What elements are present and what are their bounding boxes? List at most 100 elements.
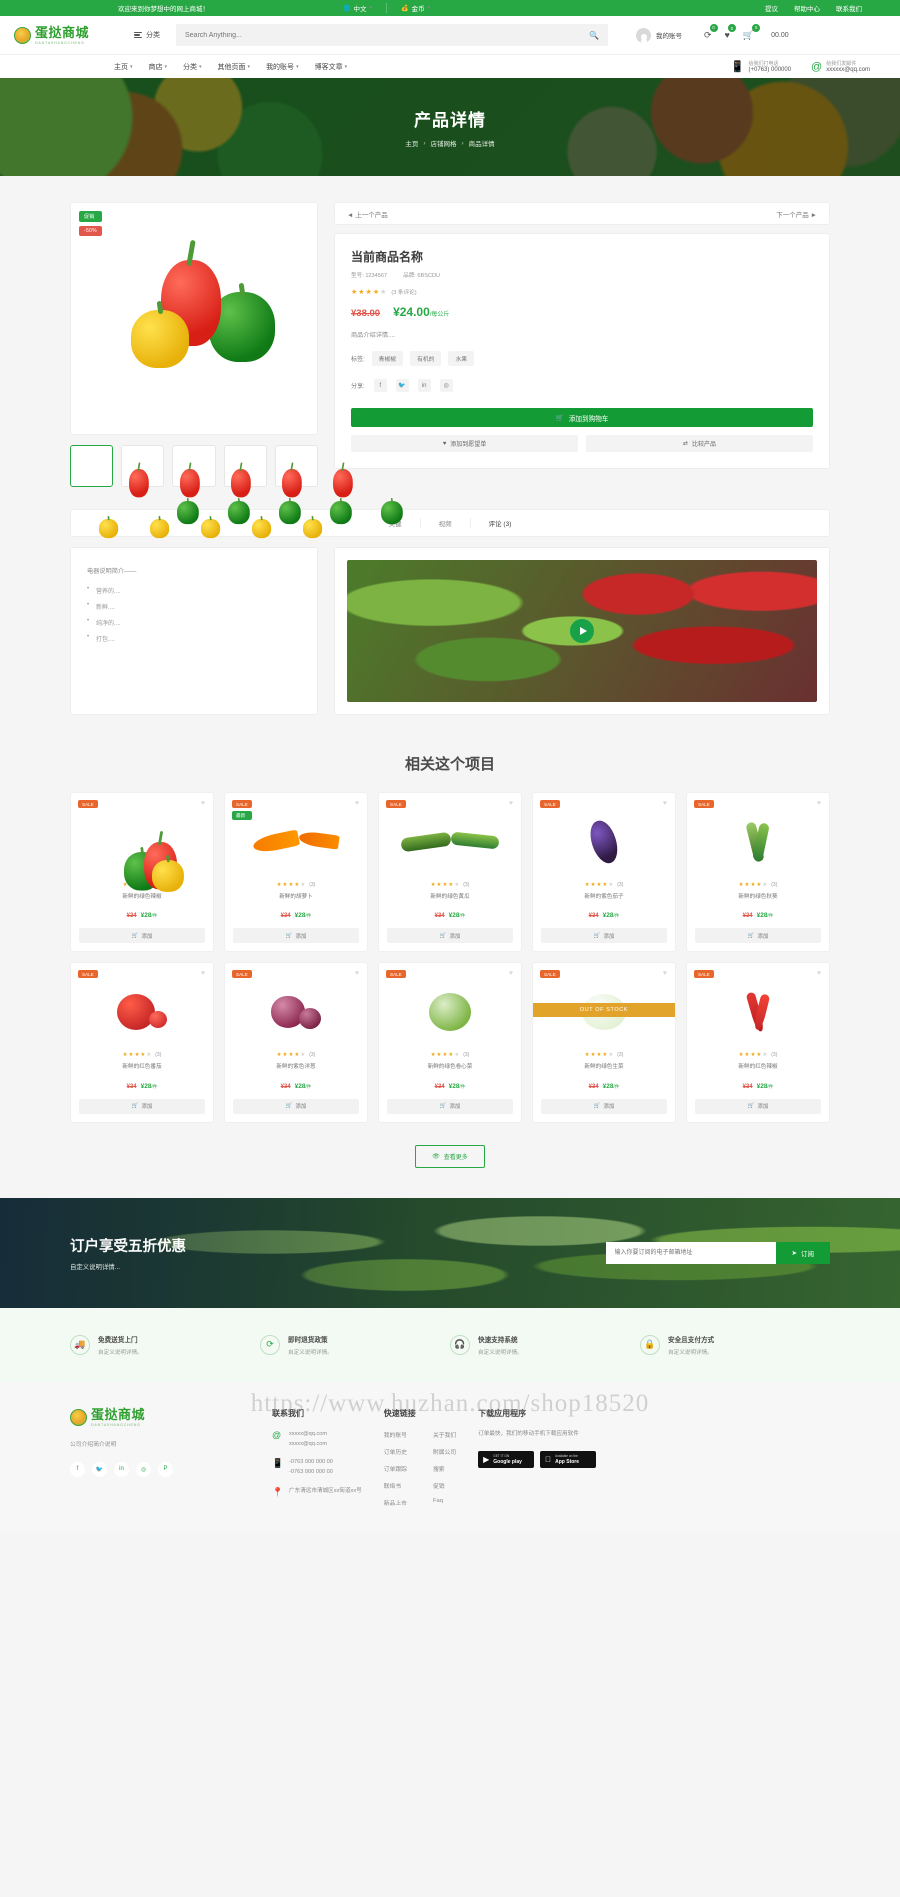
search-bar[interactable]: 🔍 bbox=[176, 24, 608, 46]
wishlist-icon[interactable]: ♥ bbox=[355, 800, 359, 807]
pinterest-icon[interactable]: P bbox=[158, 1461, 173, 1477]
wishlist-icon[interactable]: ♥ bbox=[509, 970, 513, 977]
instagram-icon[interactable]: ◎ bbox=[439, 379, 453, 392]
product-card[interactable]: SALE ♥ ★★★★★ (3) 新鲜的绿色卷心菜 ¥34 ¥28/件 🛒 添加 bbox=[378, 962, 522, 1123]
tab-video[interactable]: 视频 bbox=[421, 518, 471, 528]
tag-item[interactable]: 水果 bbox=[448, 351, 475, 366]
product-image[interactable] bbox=[233, 811, 359, 873]
product-card[interactable]: SALE ♥ ★★★★★ (3) 新鲜的紫色茄子 ¥34 ¥28/件 🛒 添加 bbox=[532, 792, 676, 953]
nav-email[interactable]: @ 给我们发邮件 xxxxxx@qq.com bbox=[811, 60, 870, 74]
breadcrumb-home[interactable]: 主页 bbox=[405, 138, 418, 148]
google-play-button[interactable]: ▶ GET IT ON Google play bbox=[478, 1451, 535, 1469]
product-card[interactable]: SALE ♥ ★★★★★ (3) 新鲜的绿色辣椒 ¥34¥28/件 🛒添加 bbox=[70, 792, 214, 953]
video-thumbnail[interactable] bbox=[347, 560, 817, 702]
product-card[interactable]: SALE ♥ ★★★★★ (3) 新鲜的红色番茄 ¥34 ¥28/件 🛒 添加 bbox=[70, 962, 214, 1123]
footer-link[interactable]: 订单历史 bbox=[384, 1447, 407, 1456]
nav-item-blog[interactable]: 博客文章 ▾ bbox=[315, 62, 348, 72]
account-area[interactable]: 我的账号 bbox=[636, 27, 682, 43]
facebook-icon[interactable]: f bbox=[373, 379, 387, 392]
product-name[interactable]: 新鲜的绿色秋葵 bbox=[695, 893, 821, 901]
wishlist-icon[interactable]: ♥ bbox=[663, 970, 667, 977]
search-icon[interactable]: 🔍 bbox=[589, 31, 599, 40]
nav-phone[interactable]: 📱 给我们打电话 (+0763) 000000 bbox=[731, 60, 791, 73]
load-more-button[interactable]: 👁 查看更多 bbox=[415, 1144, 485, 1168]
nav-item-pages[interactable]: 其他页面 ▾ bbox=[218, 62, 251, 72]
footer-link[interactable]: 关于我们 bbox=[433, 1430, 456, 1439]
product-name[interactable]: 新鲜的紫色茄子 bbox=[541, 893, 667, 901]
linkedin-icon[interactable]: in bbox=[114, 1461, 129, 1477]
add-to-cart-button[interactable]: 🛒 添加 bbox=[79, 928, 205, 944]
topbar-link-suggest[interactable]: 提议 bbox=[765, 3, 778, 13]
phone-2[interactable]: -0763 000 000 00 bbox=[289, 1468, 333, 1478]
topbar-link-contact[interactable]: 联系我们 bbox=[836, 3, 862, 13]
product-name[interactable]: 新鲜的胡萝卜 bbox=[233, 893, 359, 901]
footer-link[interactable]: 搜索 bbox=[433, 1464, 456, 1473]
wishlist-icon[interactable]: ♥ bbox=[509, 800, 513, 807]
product-name[interactable]: 新鲜的紫色洋葱 bbox=[233, 1063, 359, 1071]
review-count[interactable]: (3 条评论) bbox=[391, 288, 416, 296]
twitter-icon[interactable]: 🐦 bbox=[92, 1461, 107, 1477]
play-icon[interactable] bbox=[570, 619, 594, 643]
product-card[interactable]: SALE ♥ ★★★★★ (3) 新鲜的红色辣椒 ¥34 ¥28/件 🛒 添加 bbox=[686, 962, 830, 1123]
product-name[interactable]: 新鲜的绿色黄瓜 bbox=[387, 893, 513, 901]
add-to-cart-button[interactable]: 🛒 添加 bbox=[79, 1098, 205, 1114]
add-to-cart-button[interactable]: 🛒 添加 bbox=[387, 1098, 513, 1114]
footer-link[interactable]: 联络书 bbox=[384, 1481, 407, 1490]
product-image[interactable]: OUT OF STOCK bbox=[533, 981, 675, 1043]
app-store-button[interactable]:  Available on the App Store bbox=[540, 1451, 597, 1469]
tab-reviews[interactable]: 评论 (3) bbox=[471, 518, 530, 528]
tag-item[interactable]: 有机的 bbox=[410, 351, 442, 366]
product-card[interactable]: SALE ♥ ★★★★★ (3) 新鲜的紫色洋葱 ¥34 ¥28/件 🛒 添加 bbox=[224, 962, 368, 1123]
add-to-cart-button[interactable]: 🛒 添加到购物车 bbox=[351, 408, 813, 427]
footer-link[interactable]: Faq bbox=[433, 1498, 456, 1504]
add-to-cart-button[interactable]: 🛒 添加 bbox=[387, 928, 513, 944]
wishlist-button[interactable]: ♥ 0 bbox=[725, 24, 736, 40]
product-image[interactable] bbox=[387, 981, 513, 1043]
footer-link[interactable]: 订单跟踪 bbox=[384, 1464, 407, 1473]
email-1[interactable]: xxxxx@qq.com bbox=[289, 1430, 327, 1440]
product-image[interactable] bbox=[233, 981, 359, 1043]
site-logo[interactable]: 蛋挞商城 DANTASHANGCHENG bbox=[14, 26, 110, 45]
add-to-cart-button[interactable]: 🛒 添加 bbox=[233, 928, 359, 944]
phone-1[interactable]: -0763 000 000 00 bbox=[289, 1458, 333, 1468]
wishlist-icon[interactable]: ♥ bbox=[817, 970, 821, 977]
nav-item-home[interactable]: 主页 ▾ bbox=[114, 62, 133, 72]
wishlist-button[interactable]: ♥ 添加到愿望单 bbox=[351, 435, 578, 452]
add-to-cart-button[interactable]: 🛒 添加 bbox=[541, 1098, 667, 1114]
footer-link[interactable]: 附属公司 bbox=[433, 1447, 456, 1456]
footer-logo[interactable]: 蛋挞商城 DANTASHANGCHENG bbox=[70, 1408, 166, 1427]
product-name[interactable]: 新鲜的绿色辣椒 bbox=[79, 893, 205, 901]
thumbnail-1[interactable] bbox=[70, 445, 199, 539]
wishlist-icon[interactable]: ♥ bbox=[355, 970, 359, 977]
product-name[interactable]: 新鲜的红色辣椒 bbox=[695, 1063, 821, 1071]
product-card[interactable]: SALE 最新 ♥ ★★★★★ (3) 新鲜的胡萝卜 ¥34 ¥28/件 🛒 添加 bbox=[224, 792, 368, 953]
linkedin-icon[interactable]: in bbox=[417, 379, 431, 392]
product-image[interactable] bbox=[79, 811, 205, 892]
search-input[interactable] bbox=[185, 31, 590, 39]
product-card[interactable]: SALE ♥ ★★★★★ (3) 新鲜的绿色秋葵 ¥34 ¥28/件 🛒 添加 bbox=[686, 792, 830, 953]
add-to-cart-button[interactable]: 🛒 添加 bbox=[233, 1098, 359, 1114]
newsletter-email-input[interactable] bbox=[605, 1241, 776, 1264]
category-button[interactable]: 分类 bbox=[134, 30, 160, 40]
product-name[interactable]: 新鲜的绿色生菜 bbox=[541, 1063, 667, 1071]
product-image[interactable] bbox=[695, 811, 821, 873]
compare-button[interactable]: ⟳ 0 bbox=[704, 23, 718, 41]
currency-selector[interactable]: 💰 金币 ▾ bbox=[387, 3, 444, 13]
product-name[interactable]: 新鲜的绿色卷心菜 bbox=[387, 1063, 513, 1071]
product-card[interactable]: SALE ♥ ★★★★★ (3) 新鲜的绿色黄瓜 ¥34 ¥28/件 🛒 添加 bbox=[378, 792, 522, 953]
nav-item-shop[interactable]: 商店 ▾ bbox=[149, 62, 168, 72]
topbar-link-help[interactable]: 帮助中心 bbox=[794, 3, 820, 13]
instagram-icon[interactable]: ◎ bbox=[136, 1461, 151, 1477]
product-image[interactable] bbox=[695, 981, 821, 1043]
language-selector[interactable]: 🌐 中文 ▾ bbox=[329, 3, 387, 13]
breadcrumb-shop[interactable]: 店铺网格 bbox=[431, 138, 457, 148]
email-2[interactable]: xxxxx@qq.com bbox=[289, 1440, 327, 1450]
add-to-cart-button[interactable]: 🛒 添加 bbox=[695, 928, 821, 944]
add-to-cart-button[interactable]: 🛒 添加 bbox=[695, 1098, 821, 1114]
product-image[interactable] bbox=[541, 811, 667, 873]
next-product-link[interactable]: 下一个产品 ► bbox=[776, 209, 817, 219]
facebook-icon[interactable]: f bbox=[70, 1461, 85, 1477]
wishlist-icon[interactable]: ♥ bbox=[663, 800, 667, 807]
product-image[interactable] bbox=[387, 811, 513, 873]
product-name[interactable]: 新鲜的红色番茄 bbox=[79, 1063, 205, 1071]
